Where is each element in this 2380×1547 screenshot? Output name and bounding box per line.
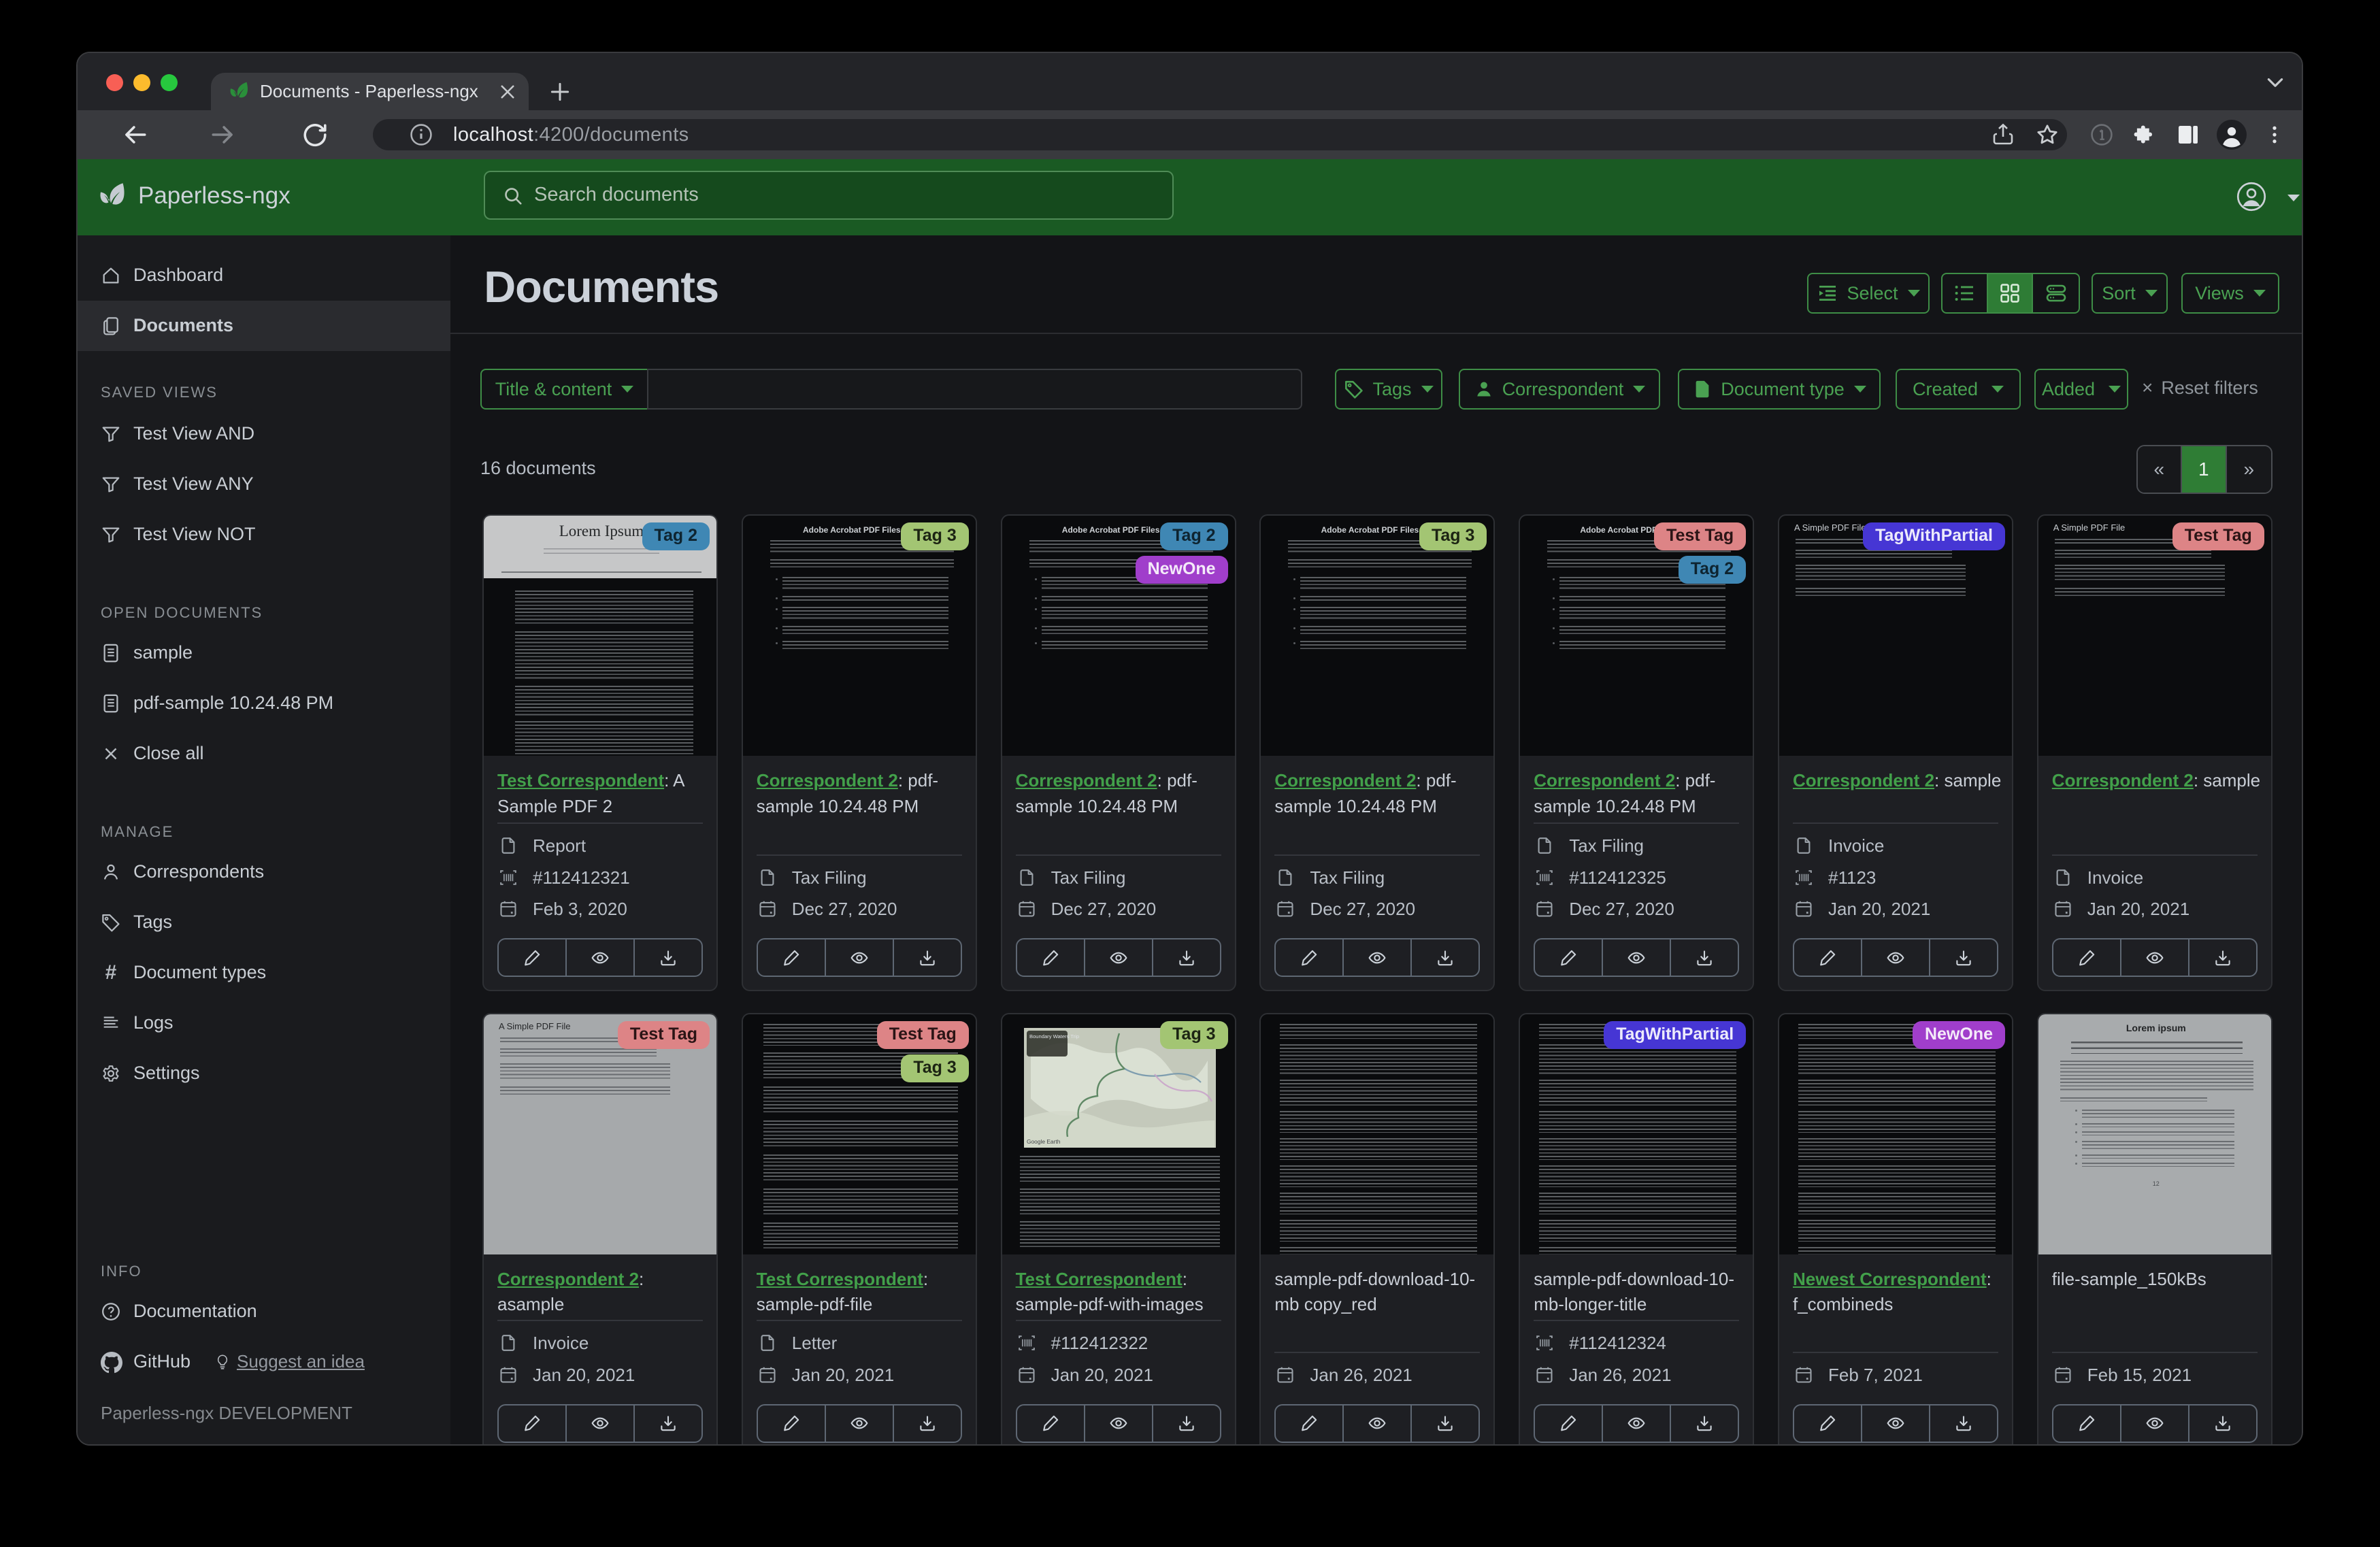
svg-text:Google Earth: Google Earth xyxy=(1027,1138,1061,1145)
svg-text:Boundary Waters Trip: Boundary Waters Trip xyxy=(1029,1033,1079,1039)
